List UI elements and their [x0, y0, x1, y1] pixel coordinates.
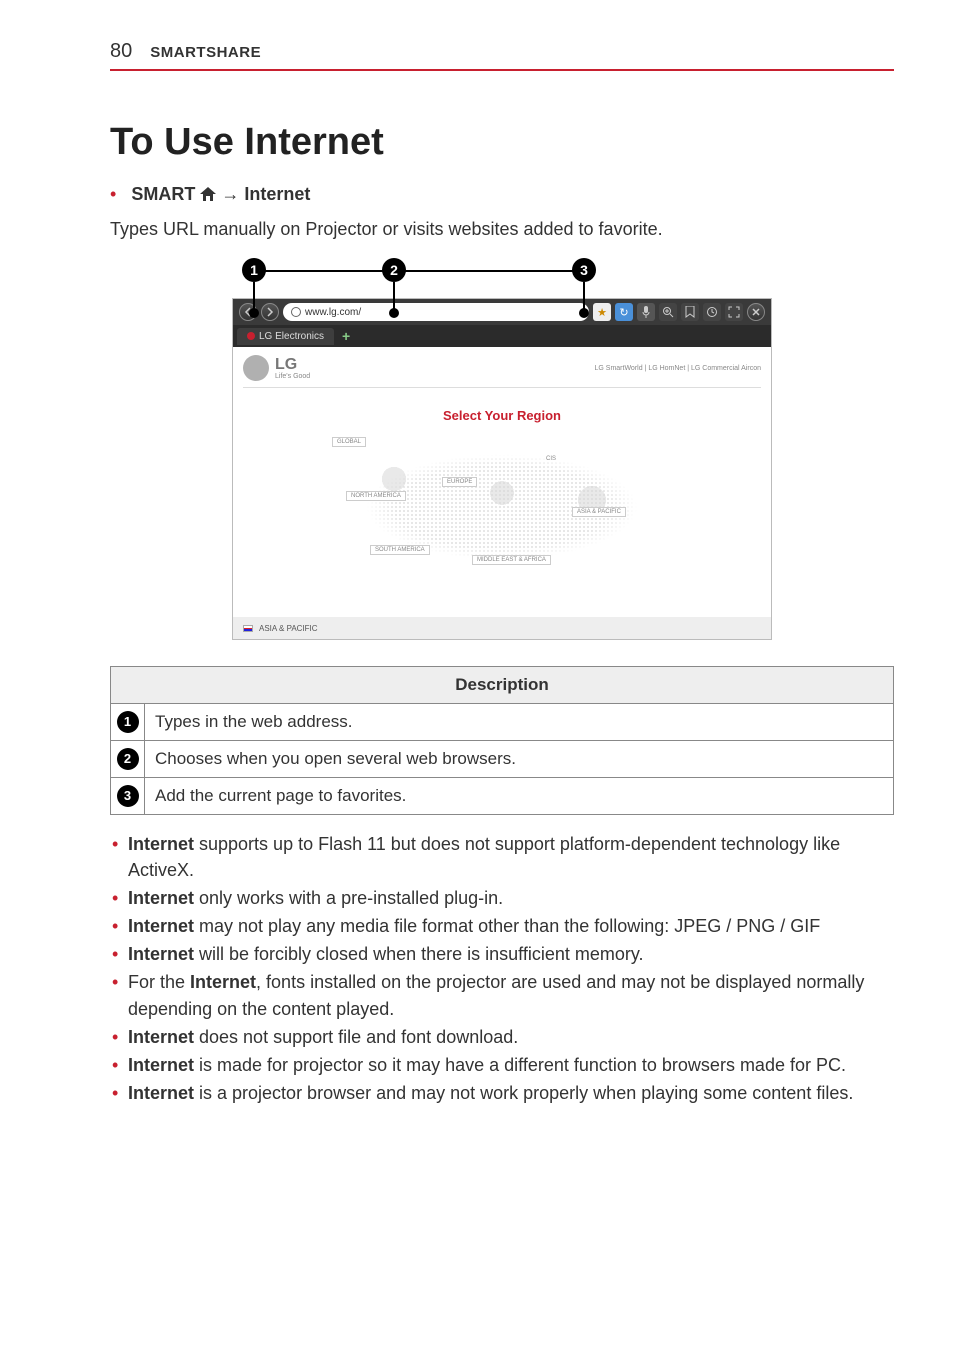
logo-text: LG [275, 357, 310, 373]
intro-text: Types URL manually on Projector or visit… [110, 219, 894, 240]
toolbar-icons: ★ ↻ [593, 303, 765, 321]
note-item: Internet does not support file and font … [110, 1024, 894, 1050]
region-na[interactable]: NORTH AMERICA [346, 491, 406, 501]
bookmark-icon[interactable] [681, 303, 699, 321]
table-row: 3 Add the current page to favorites. [111, 778, 894, 815]
world-map: GLOBAL NORTH AMERICA SOUTH AMERICA EUROP… [322, 437, 682, 577]
flag-icon [243, 625, 253, 632]
region-sa[interactable]: SOUTH AMERICA [370, 545, 430, 555]
page-footer: ASIA & PACIFIC [233, 617, 771, 639]
fullscreen-icon[interactable] [725, 303, 743, 321]
tab-strip: LG Electronics + [233, 325, 771, 347]
region-ap[interactable]: ASIA & PACIFIC [572, 507, 626, 517]
region-cis: CIS [542, 455, 560, 463]
zoom-icon[interactable] [659, 303, 677, 321]
arrow-right-icon [265, 307, 275, 317]
row-number: 2 [117, 748, 139, 770]
refresh-icon[interactable]: ↻ [615, 303, 633, 321]
region-eu[interactable]: EUROPE [442, 477, 477, 487]
lg-logo: LG Life's Good [243, 355, 310, 381]
row-number: 3 [117, 785, 139, 807]
callout-row: 1 2 3 [232, 258, 772, 298]
bullet: • [110, 184, 126, 204]
page-number: 80 [110, 40, 132, 63]
tab-label: LG Electronics [259, 331, 324, 342]
browser-tab[interactable]: LG Electronics [237, 328, 334, 345]
row-text: Chooses when you open several web browse… [145, 741, 894, 778]
figure: 1 2 3 www.lg.com/ ★ ↻ [110, 258, 894, 640]
note-item: Internet may not play any media file for… [110, 913, 894, 939]
mic-icon[interactable] [637, 303, 655, 321]
url-text: www.lg.com/ [305, 307, 361, 318]
nav-prefix: SMART [131, 184, 195, 204]
history-icon[interactable] [703, 303, 721, 321]
note-item: Internet is made for projector so it may… [110, 1052, 894, 1078]
page-content: LG Life's Good LG SmartWorld | LG HomNet… [233, 347, 771, 617]
top-links[interactable]: LG SmartWorld | LG HomNet | LG Commercia… [595, 365, 762, 372]
note-item: Internet will be forcibly closed when th… [110, 941, 894, 967]
home-icon [200, 185, 216, 199]
row-text: Add the current page to favorites. [145, 778, 894, 815]
new-tab-button[interactable]: + [334, 328, 358, 344]
url-input[interactable]: www.lg.com/ [283, 303, 589, 321]
footer-region: ASIA & PACIFIC [259, 624, 318, 633]
page-title: To Use Internet [110, 121, 894, 164]
page-header: 80 SMARTSHARE [110, 40, 894, 71]
table-row: 2 Chooses when you open several web brow… [111, 741, 894, 778]
leader-line [583, 282, 585, 312]
close-icon [752, 308, 760, 316]
note-item: For the Internet, fonts installed on the… [110, 969, 894, 1021]
table-header: Description [111, 667, 894, 704]
globe-icon [291, 307, 301, 317]
table-row: 1 Types in the web address. [111, 704, 894, 741]
logo-sub: Life's Good [275, 373, 310, 380]
section-name: SMARTSHARE [150, 44, 261, 61]
nav-target: Internet [244, 184, 310, 204]
browser-mock: www.lg.com/ ★ ↻ [232, 298, 772, 640]
row-number: 1 [117, 711, 139, 733]
note-item: Internet is a projector browser and may … [110, 1080, 894, 1106]
address-bar-row: www.lg.com/ ★ ↻ [233, 299, 771, 325]
callout-1: 1 [242, 258, 266, 282]
leader-line [393, 282, 395, 312]
region-me[interactable]: MIDDLE EAST & AFRICA [472, 555, 551, 565]
forward-button[interactable] [261, 303, 279, 321]
note-item: Internet only works with a pre-installed… [110, 885, 894, 911]
favorites-star-icon[interactable]: ★ [593, 303, 611, 321]
callout-2: 2 [382, 258, 406, 282]
favicon-icon [247, 332, 255, 340]
notes-list: Internet supports up to Flash 11 but doe… [110, 831, 894, 1106]
note-item: Internet supports up to Flash 11 but doe… [110, 831, 894, 883]
description-table: Description 1 Types in the web address. … [110, 666, 894, 815]
leader-line [253, 282, 255, 312]
row-text: Types in the web address. [145, 704, 894, 741]
close-button[interactable] [747, 303, 765, 321]
lg-face-icon [243, 355, 269, 381]
callout-3: 3 [572, 258, 596, 282]
region-global[interactable]: GLOBAL [332, 437, 366, 447]
nav-arrow: → [221, 184, 239, 204]
region-title: Select Your Region [243, 408, 761, 423]
nav-path: • SMART → Internet [110, 184, 894, 205]
